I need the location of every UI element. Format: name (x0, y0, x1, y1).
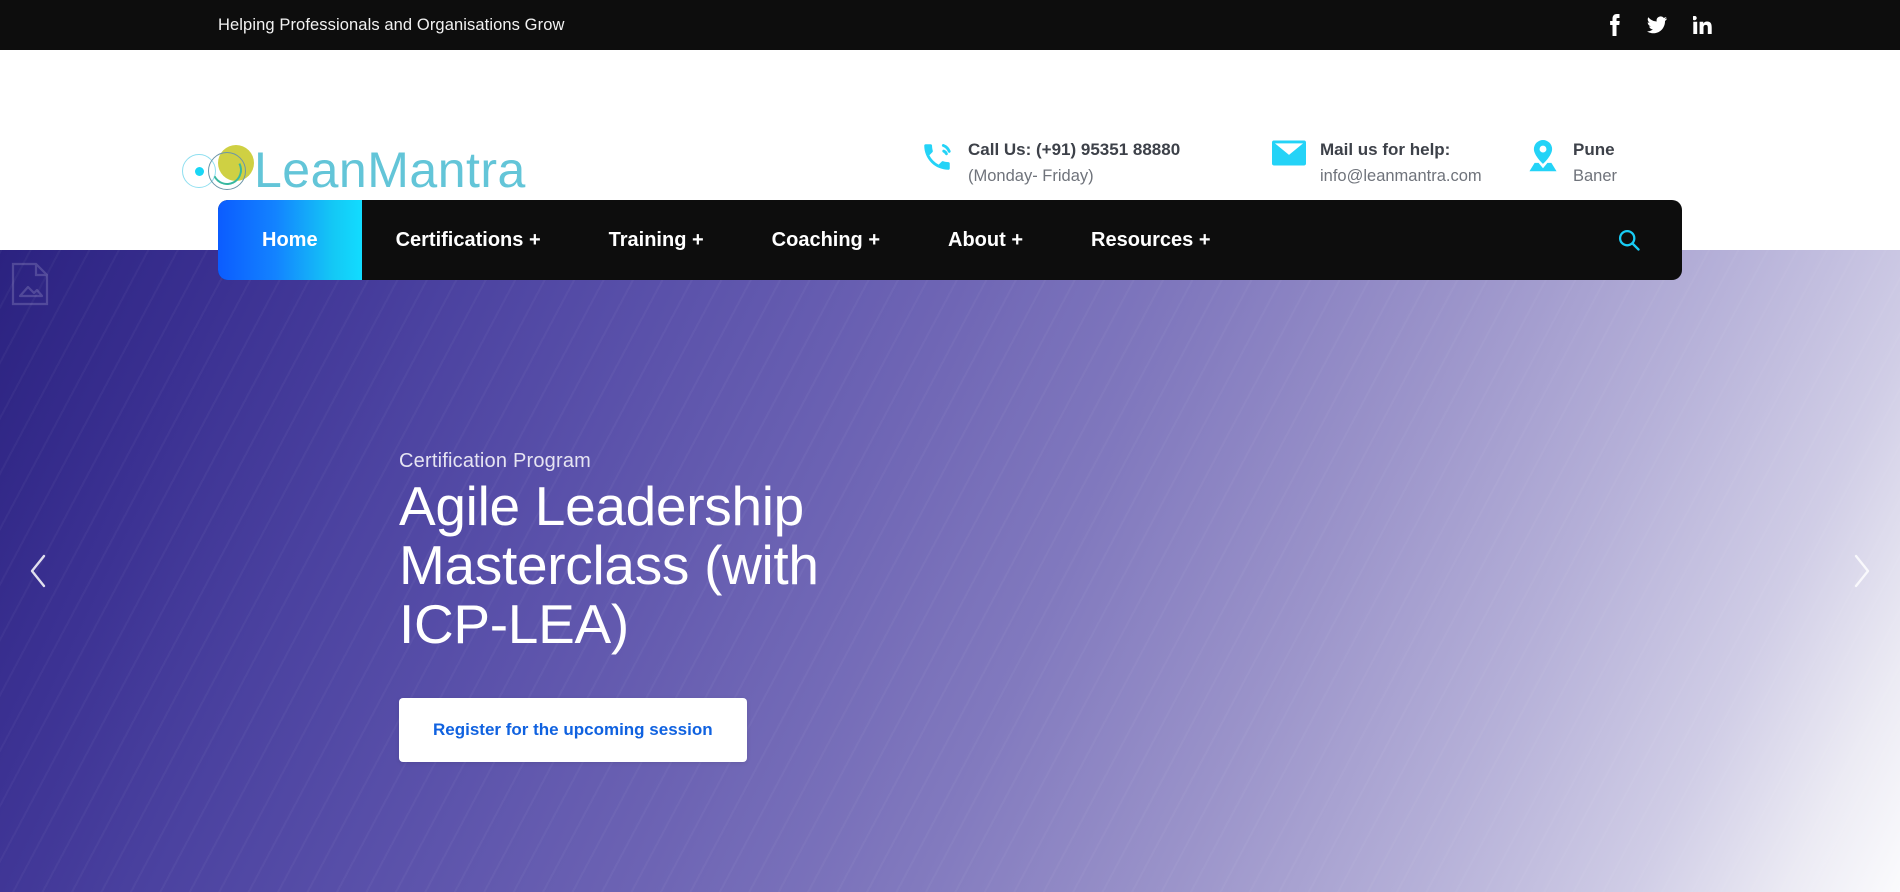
linkedin-icon[interactable] (1693, 16, 1712, 34)
nav-item-training[interactable]: Training + (575, 200, 738, 280)
nav-item-certifications[interactable]: Certifications + (362, 200, 575, 280)
hero-content: Certification Program Agile Leadership M… (399, 450, 959, 762)
logo[interactable]: LeanMantra (180, 135, 526, 205)
nav-item-coaching[interactable]: Coaching + (738, 200, 914, 280)
logo-text: LeanMantra (254, 142, 526, 198)
facebook-icon[interactable] (1608, 14, 1621, 36)
search-icon[interactable] (1588, 200, 1682, 280)
nav-item-home[interactable]: Home (218, 200, 362, 280)
top-bar: Helping Professionals and Organisations … (0, 0, 1900, 50)
hero-carousel: Certification Program Agile Leadership M… (0, 250, 1900, 892)
map-pin-icon (1527, 138, 1559, 172)
hero-eyebrow: Certification Program (399, 450, 592, 472)
broken-image-icon (10, 262, 50, 306)
social-links (1608, 14, 1712, 36)
mail-icon (1272, 138, 1306, 166)
tagline-text: Helping Professionals and Organisations … (218, 15, 565, 34)
twitter-icon[interactable] (1647, 16, 1667, 34)
nav-item-resources[interactable]: Resources + (1057, 200, 1245, 280)
location-city: Pune (1573, 140, 1615, 159)
chevron-right-icon[interactable] (1849, 551, 1875, 591)
header-contact-info: Call Us: (+91) 95351 88880 (Monday- Frid… (920, 138, 1617, 189)
site-header: LeanMantra Call Us: (+91) 95351 88880 (M… (0, 50, 1900, 200)
phone-title: Call Us: (+91) 95351 88880 (968, 140, 1181, 159)
location-area: Baner (1573, 166, 1618, 185)
logo-mark-icon (180, 145, 254, 195)
contact-phone[interactable]: Call Us: (+91) 95351 88880 (Monday- Frid… (920, 138, 1272, 189)
phone-icon (920, 138, 954, 174)
hero-title: Agile Leadership Masterclass (with ICP-L… (399, 475, 819, 655)
contact-mail[interactable]: Mail us for help: info@leanmantra.com (1272, 138, 1527, 189)
mail-title: Mail us for help: (1320, 140, 1451, 159)
mail-address: info@leanmantra.com (1320, 166, 1482, 185)
chevron-left-icon[interactable] (25, 551, 51, 591)
register-button[interactable]: Register for the upcoming session (399, 697, 747, 762)
main-navigation: Home Certifications + Training + Coachin… (218, 200, 1682, 280)
contact-location[interactable]: Pune Baner (1527, 138, 1617, 189)
nav-item-about[interactable]: About + (914, 200, 1057, 280)
phone-hours: (Monday- Friday) (968, 166, 1094, 185)
